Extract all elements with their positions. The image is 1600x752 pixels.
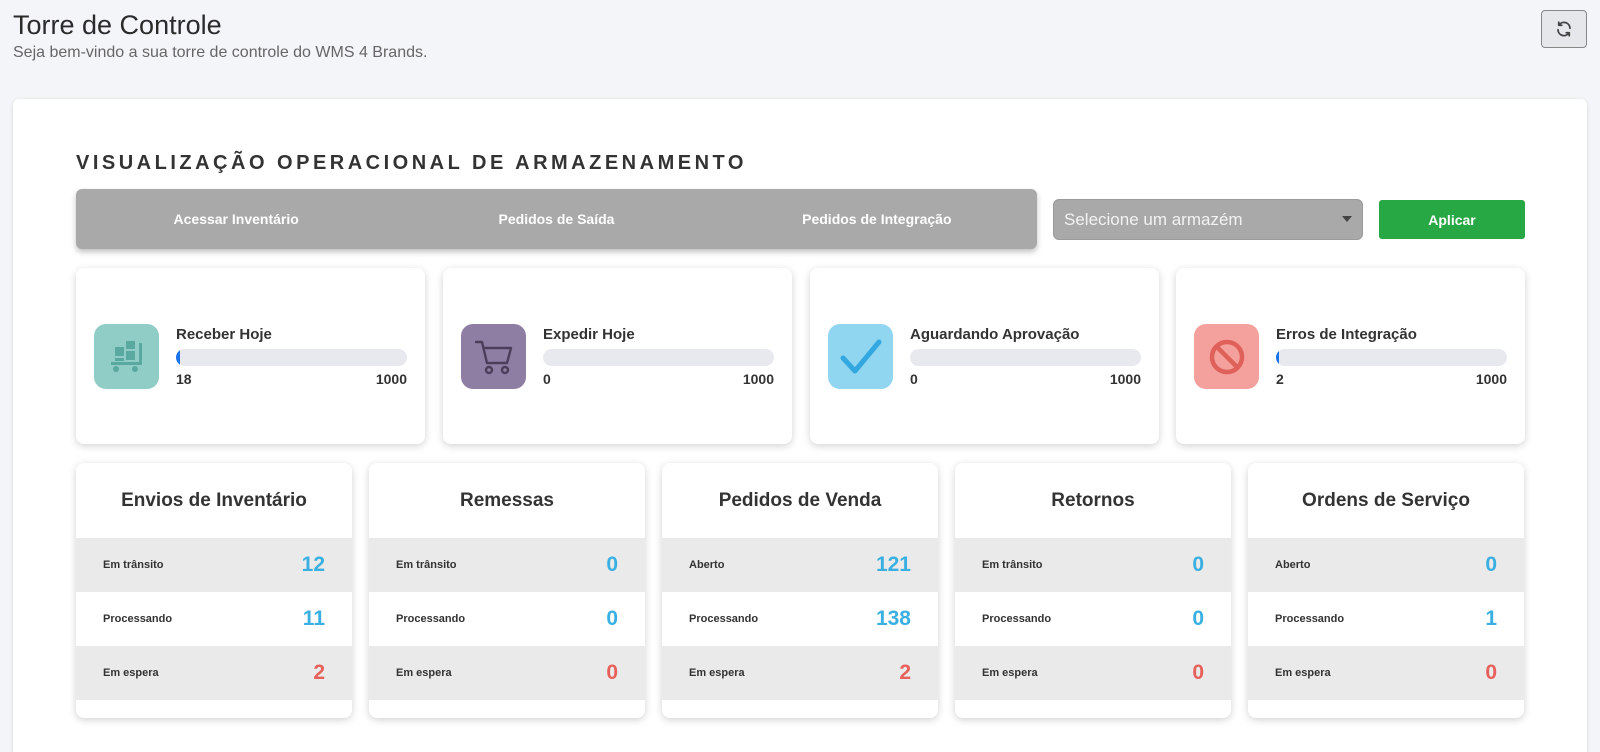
summary-row: Em espera 0: [369, 646, 645, 700]
nav-link-integration-orders[interactable]: Pedidos de Integração: [717, 211, 1037, 227]
summary-card-sales-orders[interactable]: Pedidos de Venda Aberto 121 Processando 13…: [662, 463, 938, 718]
stat-max: 1000: [375, 371, 407, 387]
summary-row-value: 0: [1192, 607, 1204, 630]
summary-row-label: Aberto: [689, 559, 725, 571]
summary-row: Em trânsito 0: [369, 538, 645, 592]
summary-row-value: 0: [1192, 553, 1204, 576]
chevron-down-icon: [1342, 216, 1352, 222]
page-header: Torre de Controle Seja bem-vindo a sua t…: [13, 8, 427, 62]
summary-row-value: 0: [1192, 661, 1204, 684]
stat-label: Expedir Hoje: [543, 326, 635, 343]
summary-row-label: Processando: [103, 613, 173, 625]
stat-card-awaiting-approval[interactable]: Aguardando Aprovação 0 1000: [810, 268, 1159, 444]
prohibited-icon: [1194, 324, 1259, 389]
checkmark-icon: [828, 324, 893, 389]
stat-card-receive-today[interactable]: Receber Hoje 18 1000: [76, 268, 425, 444]
refresh-button[interactable]: [1541, 10, 1587, 48]
summary-title: Envios de Inventário: [121, 489, 307, 511]
summary-row-label: Processando: [982, 613, 1052, 625]
summary-row: Aberto 0: [1248, 538, 1524, 592]
summary-row-label: Em trânsito: [396, 559, 457, 571]
summary-row-value: 0: [1485, 553, 1497, 576]
stat-label: Aguardando Aprovação: [910, 326, 1080, 343]
stat-progress-bar: [543, 349, 774, 366]
stat-progress-bar: [910, 349, 1141, 366]
summary-row: Processando 1: [1248, 592, 1524, 646]
stat-label: Erros de Integração: [1276, 326, 1417, 343]
nav-link-outbound-orders[interactable]: Pedidos de Saída: [396, 211, 716, 227]
summary-row-value: 1: [1485, 607, 1497, 630]
summary-row: Em trânsito 12: [76, 538, 352, 592]
summary-row-label: Processando: [396, 613, 466, 625]
summary-row-value: 0: [606, 607, 618, 630]
nav-link-inventory[interactable]: Acessar Inventário: [76, 211, 396, 227]
stat-progress-bar: [1276, 349, 1507, 366]
apply-button[interactable]: Aplicar: [1379, 200, 1525, 239]
stat-card-ship-today[interactable]: Expedir Hoje 0 1000: [443, 268, 792, 444]
shopping-cart-icon: [461, 324, 526, 389]
summary-title: Retornos: [1051, 489, 1135, 511]
stat-label: Receber Hoje: [176, 326, 272, 343]
summary-row-value: 0: [606, 661, 618, 684]
summary-row-label: Em espera: [1275, 667, 1331, 679]
summary-row: Em espera 0: [1248, 646, 1524, 700]
summary-row-label: Em trânsito: [103, 559, 164, 571]
refresh-icon: [1557, 21, 1571, 37]
stat-max: 1000: [742, 371, 774, 387]
stat-card-integration-errors[interactable]: Erros de Integração 2 1000: [1176, 268, 1525, 444]
summary-row-label: Em trânsito: [982, 559, 1043, 571]
section-title: VISUALIZAÇÃO OPERACIONAL DE ARMAZENAMENT…: [76, 152, 747, 174]
summary-row: Em trânsito 0: [955, 538, 1231, 592]
summary-row-value: 0: [606, 553, 618, 576]
summary-row-label: Em espera: [689, 667, 745, 679]
summary-row: Processando 0: [369, 592, 645, 646]
stat-value: 18: [176, 371, 192, 387]
summary-card-service-orders[interactable]: Ordens de Serviço Aberto 0 Processando 1 E…: [1248, 463, 1524, 718]
summary-card-shipments[interactable]: Remessas Em trânsito 0 Processando 0 Em es…: [369, 463, 645, 718]
stat-progress-fill: [176, 349, 181, 366]
summary-row-label: Em espera: [396, 667, 452, 679]
page-subtitle: Seja bem-vindo a sua torre de controle d…: [13, 44, 428, 61]
stat-progress-bar: [176, 349, 407, 366]
warehouse-select[interactable]: Selecione um armazém: [1053, 199, 1363, 240]
summary-title: Ordens de Serviço: [1302, 489, 1470, 511]
summary-row-label: Processando: [1275, 613, 1345, 625]
stat-max: 1000: [1475, 371, 1507, 387]
summary-row-label: Aberto: [1275, 559, 1311, 571]
summary-card-inventory-shipments[interactable]: Envios de Inventário Em trânsito 12 Proce…: [76, 463, 352, 718]
summary-row-value: 138: [875, 607, 911, 630]
warehouse-cart-icon: [94, 324, 159, 389]
warehouse-select-placeholder: Selecione um armazém: [1064, 209, 1243, 229]
summary-title: Pedidos de Venda: [718, 489, 882, 511]
summary-row: Processando 0: [955, 592, 1231, 646]
summary-row-value: 2: [313, 661, 325, 684]
summary-row-value: 0: [1485, 661, 1497, 684]
summary-row: Em espera 2: [662, 646, 938, 700]
summary-title: Remessas: [459, 489, 555, 511]
summary-row: Processando 138: [662, 592, 938, 646]
summary-row: Em espera 0: [955, 646, 1231, 700]
quick-nav-bar: Acessar Inventário Pedidos de Saída Pedi…: [76, 189, 1037, 249]
summary-row: Em espera 2: [76, 646, 352, 700]
stat-max: 1000: [1109, 371, 1141, 387]
dashboard-panel: VISUALIZAÇÃO OPERACIONAL DE ARMAZENAMENT…: [13, 99, 1587, 752]
summary-row-value: 11: [302, 607, 325, 630]
summary-row-value: 12: [301, 553, 325, 576]
stat-progress-fill: [1276, 349, 1279, 366]
summary-row-label: Em espera: [103, 667, 159, 679]
stat-value: 2: [1276, 371, 1284, 387]
summary-row-label: Processando: [689, 613, 759, 625]
summary-row: Processando 11: [76, 592, 352, 646]
summary-row-value: 2: [899, 661, 911, 684]
summary-row-value: 121: [875, 553, 911, 576]
summary-row-label: Em espera: [982, 667, 1038, 679]
stat-value: 0: [543, 371, 551, 387]
page-title: Torre de Controle: [13, 10, 222, 40]
stat-value: 0: [910, 371, 918, 387]
summary-row: Aberto 121: [662, 538, 938, 592]
summary-card-returns[interactable]: Retornos Em trânsito 0 Processando 0 Em es…: [955, 463, 1231, 718]
